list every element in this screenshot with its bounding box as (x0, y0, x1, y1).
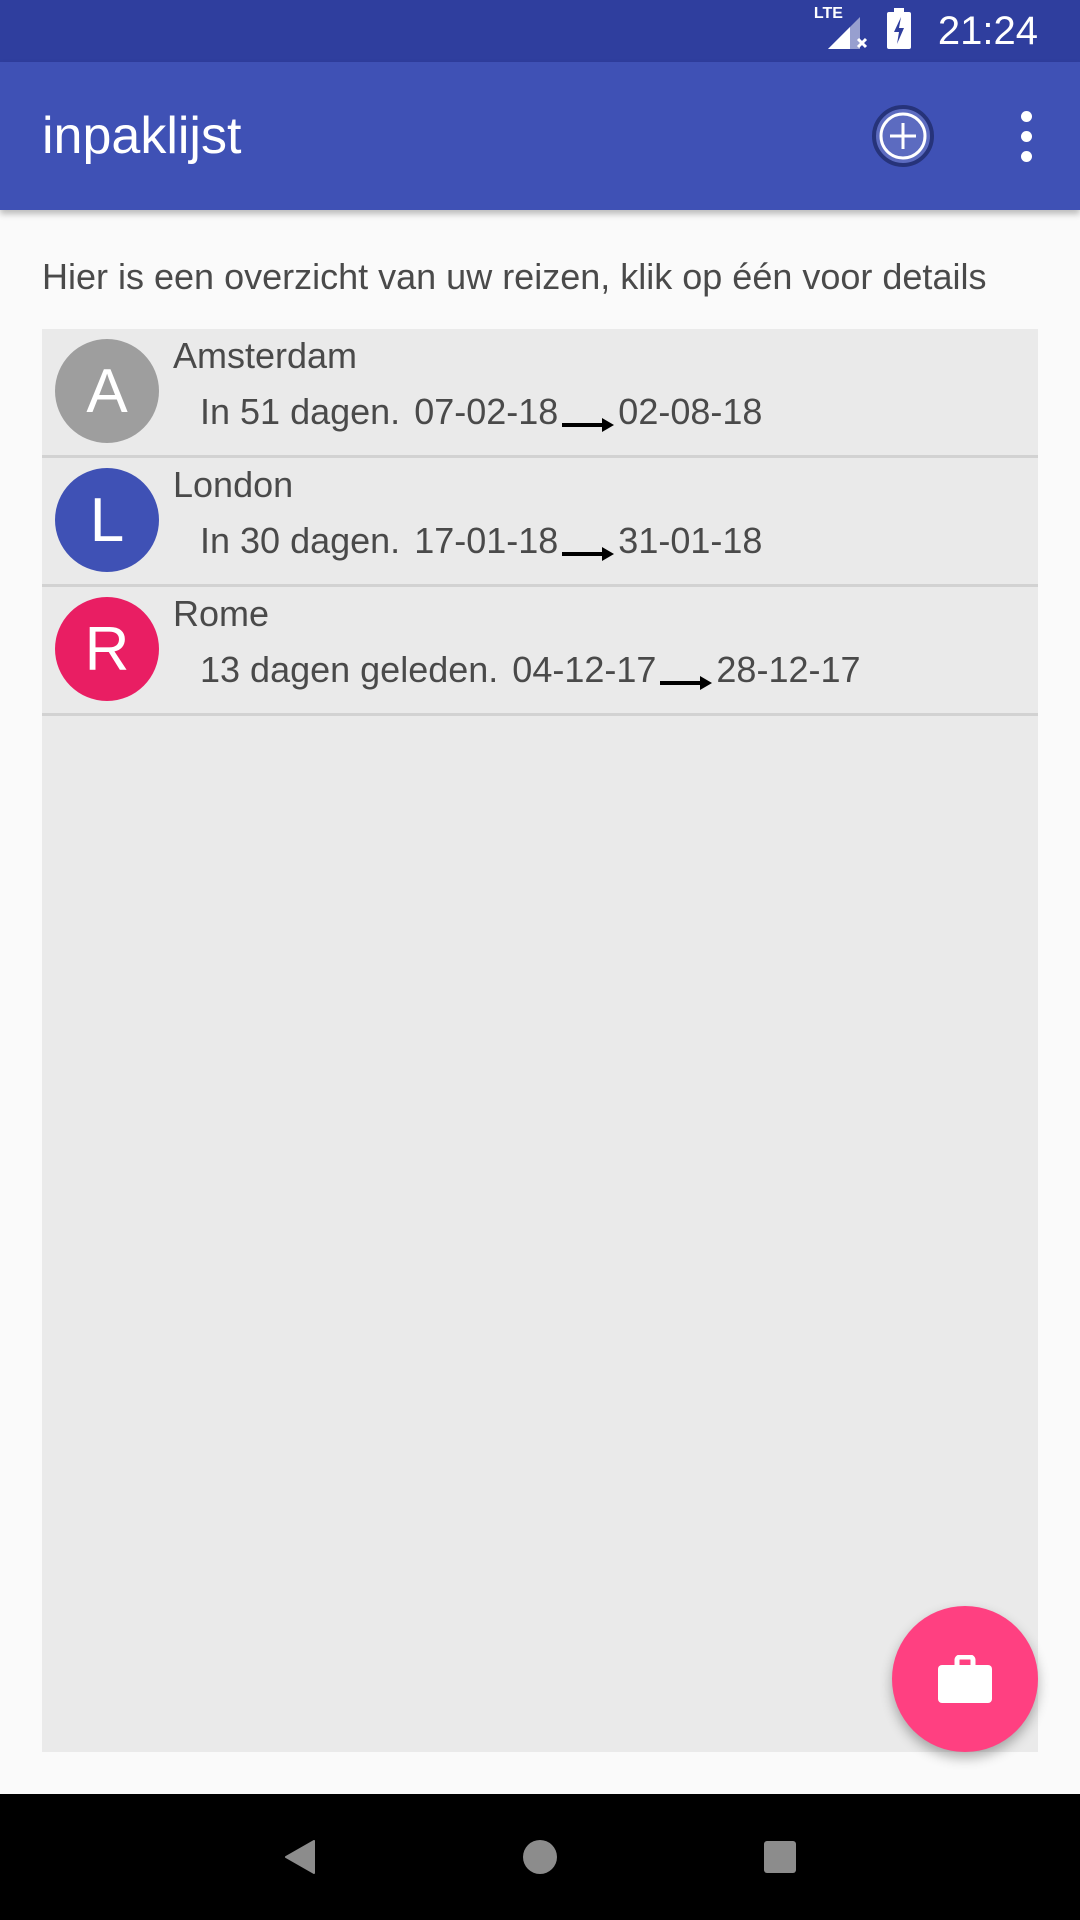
trip-start-date: 17-01-18 (414, 520, 559, 561)
recents-button[interactable] (740, 1817, 820, 1897)
trip-end-date: 02-08-18 (618, 391, 763, 432)
more-vert-icon-dot (1020, 130, 1032, 142)
more-vert-icon-dot (1020, 150, 1032, 162)
trip-avatar: A (55, 339, 159, 443)
arrow-right-icon (660, 660, 713, 690)
trip-row-london[interactable]: L London In 30 dagen. 17-01-18 31-01-18 (42, 458, 1038, 587)
navigation-bar (0, 1794, 1080, 1920)
trip-avatar: R (55, 597, 159, 701)
trip-end-date: 28-12-17 (716, 649, 861, 690)
home-circle-icon (521, 1838, 559, 1876)
trip-name: Amsterdam (173, 335, 358, 376)
briefcase-icon (938, 1655, 992, 1703)
more-vert-icon-dot (1020, 110, 1032, 122)
home-button[interactable] (500, 1817, 580, 1897)
signal-icon: LTE (814, 5, 870, 53)
trip-avatar: L (55, 468, 159, 572)
arrow-right-icon (562, 402, 615, 432)
overflow-menu-button[interactable] (1006, 105, 1046, 167)
back-button[interactable] (260, 1817, 340, 1897)
recents-square-icon (763, 1840, 797, 1874)
back-triangle-icon (282, 1837, 318, 1877)
trip-name: London (173, 464, 294, 505)
trip-list[interactable]: A Amsterdam In 51 dagen. 07-02-18 02-08-… (42, 329, 1038, 1752)
trip-row-rome[interactable]: R Rome 13 dagen geleden. 04-12-17 28-12-… (42, 587, 1038, 716)
app-title: inpaklijst (42, 107, 242, 165)
trip-start-date: 04-12-17 (512, 649, 657, 690)
battery-charging-icon (886, 7, 912, 55)
new-packing-list-fab[interactable] (892, 1606, 1038, 1752)
trip-details: 13 dagen geleden. 04-12-17 28-12-17 (200, 649, 861, 691)
trip-details: In 51 dagen. 07-02-18 02-08-18 (200, 391, 762, 433)
trip-countdown: In 30 dagen. (200, 520, 401, 561)
arrow-right-icon (562, 531, 615, 561)
trip-countdown: 13 dagen geleden. (200, 649, 499, 690)
add-trip-button[interactable] (872, 105, 934, 167)
add-circle-icon (876, 109, 930, 163)
trip-end-date: 31-01-18 (618, 520, 763, 561)
app-bar: inpaklijst (0, 62, 1080, 210)
trip-name: Rome (173, 593, 270, 634)
status-bar: LTE 21:24 (0, 0, 1080, 62)
trip-countdown: In 51 dagen. (200, 391, 401, 432)
trip-start-date: 07-02-18 (414, 391, 559, 432)
network-label: LTE (813, 5, 843, 22)
intro-text: Hier is een overzicht van uw reizen, kli… (42, 256, 987, 297)
status-icons: LTE 21:24 (814, 5, 1038, 55)
trip-row-amsterdam[interactable]: A Amsterdam In 51 dagen. 07-02-18 02-08-… (42, 329, 1038, 458)
trip-details: In 30 dagen. 17-01-18 31-01-18 (200, 520, 762, 562)
status-time: 21:24 (937, 8, 1038, 53)
